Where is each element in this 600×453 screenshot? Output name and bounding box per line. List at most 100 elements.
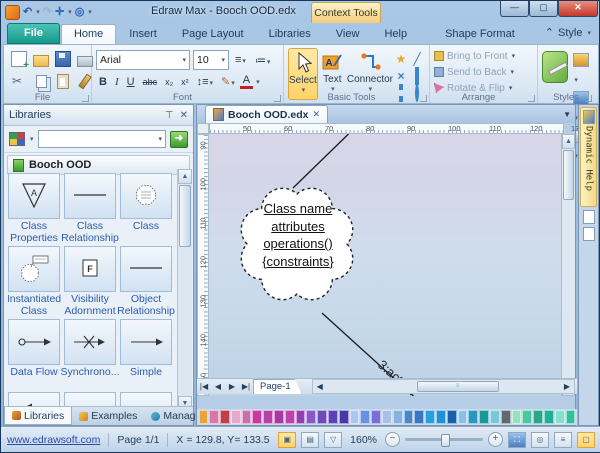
color-swatch[interactable]: [490, 410, 500, 424]
scroll-right-icon[interactable]: ▶: [560, 382, 574, 391]
star-shape-icon[interactable]: ★: [393, 52, 409, 66]
bottom-tab-libraries[interactable]: Libraries: [4, 407, 72, 425]
save-icon[interactable]: [55, 51, 71, 67]
color-swatch[interactable]: [555, 410, 565, 424]
scroll-left-icon[interactable]: ◀: [313, 382, 327, 391]
dialog-launcher-icon[interactable]: [82, 95, 89, 102]
color-swatch[interactable]: [436, 410, 446, 424]
scrollbar-thumb[interactable]: ≡: [417, 381, 499, 392]
bring-to-front-button[interactable]: Bring to Front▾: [434, 48, 533, 64]
library-section-header[interactable]: Booch OOD: [7, 155, 190, 175]
tab-list-dropdown-icon[interactable]: ▼: [563, 110, 571, 119]
help-page-icon[interactable]: [583, 210, 595, 224]
theme-colors-button[interactable]: ▾: [573, 51, 590, 87]
style-menu-button[interactable]: ⌃ Style ▾: [545, 26, 591, 39]
color-swatch[interactable]: [360, 410, 370, 424]
scrollbar-thumb[interactable]: [563, 150, 574, 200]
color-swatch[interactable]: [458, 410, 468, 424]
shape-class[interactable]: Class: [120, 173, 172, 244]
color-swatch[interactable]: [522, 410, 532, 424]
color-swatch[interactable]: [533, 410, 543, 424]
tab-help[interactable]: Help: [372, 25, 419, 44]
next-page-icon[interactable]: ▶: [225, 382, 239, 391]
undo-button[interactable]: ↶: [23, 6, 32, 19]
color-swatch[interactable]: [512, 410, 522, 424]
color-swatch[interactable]: [382, 410, 392, 424]
help-page-icon[interactable]: [583, 227, 595, 241]
scroll-up-icon[interactable]: ▲: [178, 169, 192, 184]
line-spacing-button[interactable]: ↕≡▾: [194, 75, 216, 89]
website-link[interactable]: www.edrawsoft.com: [7, 434, 100, 446]
pin-icon[interactable]: ⊤: [165, 110, 174, 121]
color-swatch[interactable]: [447, 410, 457, 424]
print-icon[interactable]: [77, 56, 93, 67]
tab-insert[interactable]: Insert: [117, 25, 169, 44]
bottom-tab-examples[interactable]: Examples: [72, 407, 144, 425]
library-search-box[interactable]: ▾: [38, 130, 166, 148]
dialog-launcher-icon[interactable]: [420, 95, 427, 102]
paste-icon[interactable]: [57, 74, 69, 89]
shape-simple[interactable]: Simple: [120, 319, 172, 390]
library-list-dropdown-icon[interactable]: ▾: [30, 135, 34, 143]
color-swatch[interactable]: [242, 410, 252, 424]
superscript-button[interactable]: x²: [178, 76, 192, 88]
shape-object-relationship[interactable]: Object Relationship: [120, 246, 172, 317]
color-swatch[interactable]: [414, 410, 424, 424]
italic-button[interactable]: I: [112, 75, 122, 89]
minimize-button[interactable]: —: [500, 1, 529, 17]
redo-button[interactable]: ↷: [43, 6, 52, 19]
shape-class-relationship[interactable]: Class Relationship: [64, 173, 116, 244]
color-swatch[interactable]: [209, 410, 219, 424]
tab-libraries[interactable]: Libraries: [257, 25, 323, 44]
color-swatch[interactable]: [263, 410, 273, 424]
pan-dropdown-icon[interactable]: ▾: [68, 8, 72, 16]
shape-visibility-adornment[interactable]: F Visibility Adornment: [64, 246, 116, 317]
page-tab[interactable]: Page-1: [253, 379, 302, 394]
connector-line-top[interactable]: [293, 134, 349, 188]
tab-home[interactable]: Home: [61, 24, 116, 44]
scroll-up-icon[interactable]: ▲: [562, 134, 575, 149]
zoom-out-button[interactable]: −: [385, 432, 400, 447]
shape-data-flow[interactable]: Data Flow: [8, 319, 60, 390]
align-text-button[interactable]: ≡▾: [232, 53, 249, 67]
library-go-button[interactable]: ➜: [170, 131, 188, 148]
full-screen-button[interactable]: ▢: [577, 432, 595, 448]
color-swatch[interactable]: [350, 410, 360, 424]
strikethrough-button[interactable]: abc: [140, 76, 161, 88]
magnifier-button[interactable]: ◎: [531, 432, 549, 448]
color-swatch[interactable]: [404, 410, 414, 424]
highlight-button[interactable]: ✎▾: [218, 74, 238, 89]
color-swatch[interactable]: [544, 410, 554, 424]
color-swatch[interactable]: [231, 410, 241, 424]
tab-shape-format[interactable]: Shape Format: [433, 25, 527, 44]
color-swatch[interactable]: [425, 410, 435, 424]
shape-class-properties[interactable]: A Class Properties: [8, 173, 60, 244]
qat-customize-icon[interactable]: ▾: [88, 8, 92, 16]
send-to-back-button[interactable]: Send to Back▾: [434, 64, 533, 80]
collapse-ribbon-icon[interactable]: ⌃: [545, 26, 554, 39]
document-close-icon[interactable]: ✕: [313, 109, 321, 120]
bold-button[interactable]: B: [96, 75, 110, 89]
dialog-launcher-icon[interactable]: [274, 95, 281, 102]
color-swatch[interactable]: [317, 410, 327, 424]
previous-page-icon[interactable]: ◀: [211, 382, 225, 391]
font-size-combo[interactable]: 10▾: [193, 50, 229, 70]
library-scrollbar[interactable]: ▲ ▼: [177, 169, 192, 409]
color-swatch[interactable]: [296, 410, 306, 424]
color-swatch[interactable]: [328, 410, 338, 424]
panel-close-icon[interactable]: ✕: [180, 110, 188, 121]
normal-view-button[interactable]: ▣: [278, 432, 296, 448]
outline-view-button[interactable]: ▽: [324, 432, 342, 448]
line-shape-icon[interactable]: ╱: [409, 52, 425, 66]
font-color-button[interactable]: A: [240, 74, 253, 89]
format-painter-icon[interactable]: [78, 73, 92, 89]
dialog-launcher-icon[interactable]: [585, 95, 592, 102]
dynamic-help-tab[interactable]: Dynamic Help: [580, 107, 597, 207]
color-swatch[interactable]: [339, 410, 349, 424]
zoom-tool-button[interactable]: ◎: [75, 6, 85, 19]
new-document-icon[interactable]: [11, 51, 27, 67]
close-button[interactable]: ✕: [558, 1, 598, 17]
color-swatch[interactable]: [479, 410, 489, 424]
color-swatch[interactable]: [501, 410, 511, 424]
pages-list-button[interactable]: ≡: [554, 432, 572, 448]
